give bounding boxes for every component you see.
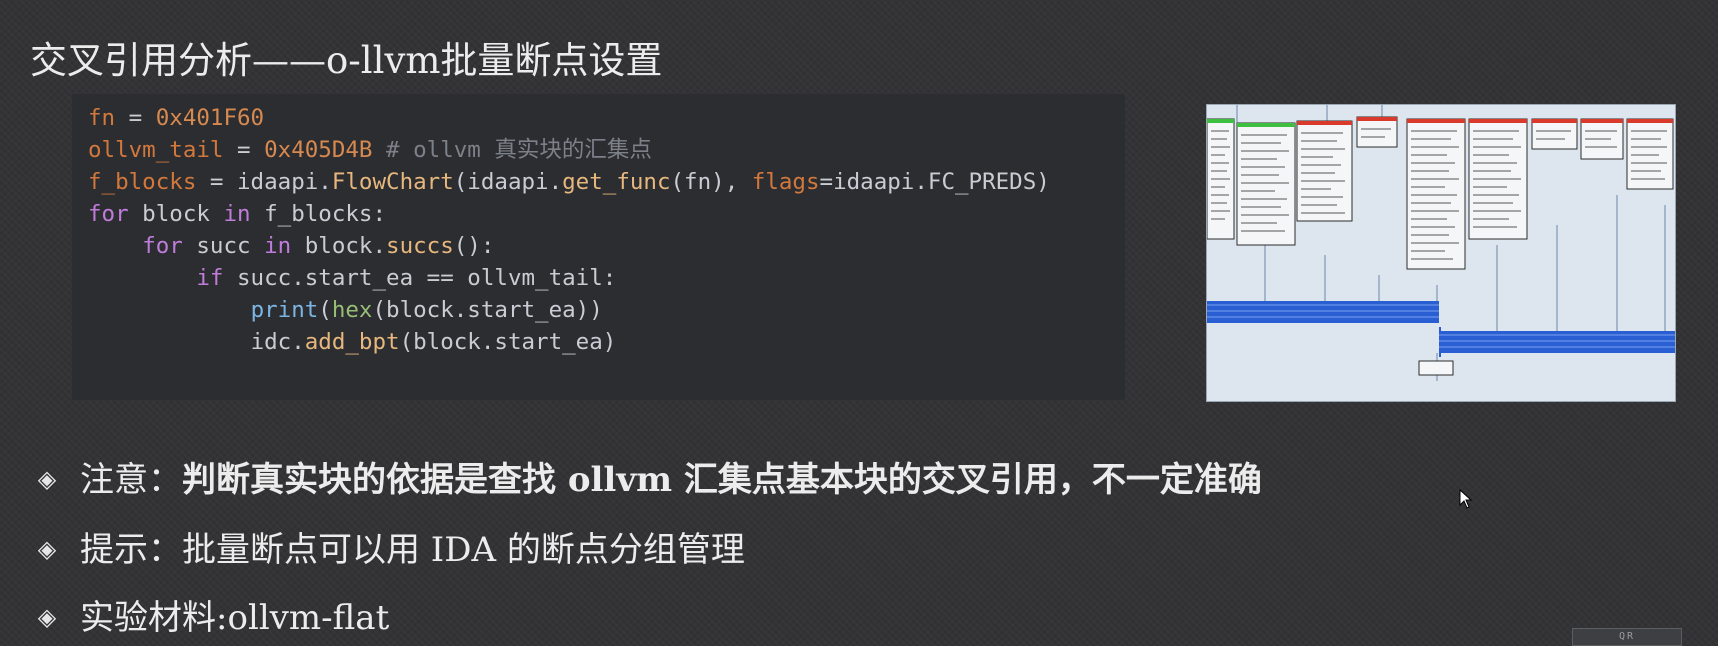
code-token: hex <box>331 297 373 323</box>
code-token: block. <box>291 233 387 259</box>
bullet-label: 注意： <box>80 460 182 500</box>
code-token: 0x401F60 <box>155 105 265 131</box>
bullet-text: 判断真实块的依据是查找 ollvm 汇集点基本块的交叉引用，不一定准确 <box>182 460 1262 500</box>
code-token: f_blocks: <box>250 201 387 227</box>
code-token: get_func <box>562 169 671 195</box>
code-keyword: in <box>264 233 292 259</box>
code-token: ollvm_tail <box>88 137 224 163</box>
code-token: ollvm_tail: <box>453 265 617 291</box>
code-token: idaapi. <box>237 169 332 195</box>
code-token: (fn), <box>670 169 752 195</box>
code-line-3: f_blocks = idaapi.FlowChart(idaapi.get_f… <box>88 166 1050 198</box>
watermark-logo: QR <box>1572 628 1682 646</box>
code-token: succ.start_ea <box>223 265 427 291</box>
bullet-note: ◈ 注意：判断真实块的依据是查找 ollvm 汇集点基本块的交叉引用，不一定准确 <box>36 452 1262 501</box>
code-token: = <box>196 169 238 195</box>
diamond-bullet-icon: ◈ <box>37 603 57 631</box>
code-line-1: fn = 0x401F60 <box>88 102 264 134</box>
slide-title: 交叉引用分析——o-llvm批量断点设置 <box>30 39 663 82</box>
code-token: add_bpt <box>304 329 400 355</box>
code-token: FlowChart <box>331 169 454 195</box>
code-token: = <box>115 105 156 131</box>
code-token: fn <box>88 105 116 131</box>
flowgraph-image <box>1207 105 1675 401</box>
code-token: idc. <box>250 329 305 355</box>
code-token: (idaapi. <box>453 169 563 195</box>
code-token: (): <box>453 233 495 259</box>
code-token: print <box>250 297 319 323</box>
code-keyword: for <box>88 201 129 227</box>
code-token: == <box>426 265 454 291</box>
code-token: = <box>223 137 265 163</box>
code-line-5: for succ in block.succs(): <box>88 230 494 262</box>
diamond-bullet-icon: ◈ <box>37 535 57 563</box>
bullet-text: ollvm-flat <box>227 598 390 638</box>
code-token: =idaapi.FC_PREDS) <box>819 169 1050 195</box>
code-comment: # ollvm 真实块的汇集点 <box>372 137 652 163</box>
bullet-label: 提示： <box>80 530 182 570</box>
bullet-tip: ◈ 提示：批量断点可以用 IDA 的断点分组管理 <box>36 522 745 571</box>
bullet-text: 批量断点可以用 IDA 的断点分组管理 <box>182 530 745 570</box>
code-line-8: idc.add_bpt(block.start_ea) <box>88 326 617 358</box>
code-token: f_blocks <box>88 169 197 195</box>
bullet-material: ◈ 实验材料:ollvm-flat <box>36 590 389 639</box>
code-line-7: print(hex(block.start_ea)) <box>88 294 603 326</box>
bullet-label: 实验材料: <box>80 598 228 638</box>
code-token: (block.start_ea)) <box>372 297 603 323</box>
code-token: block <box>128 201 224 227</box>
code-line-4: for block in f_blocks: <box>88 198 386 230</box>
code-block: fn = 0x401F60 ollvm_tail = 0x405D4B # ol… <box>72 94 1125 400</box>
code-token: succ <box>182 233 265 259</box>
code-line-2: ollvm_tail = 0x405D4B # ollvm 真实块的汇集点 <box>88 134 652 166</box>
mouse-cursor-icon <box>1459 488 1473 513</box>
code-token: 0x405D4B <box>264 137 373 163</box>
code-keyword: for <box>142 233 183 259</box>
watermark-text: QR <box>1618 631 1636 642</box>
diamond-bullet-icon: ◈ <box>37 465 57 493</box>
code-token: flags <box>751 169 820 195</box>
code-token: (block.start_ea) <box>399 329 617 355</box>
ida-flowgraph-screenshot <box>1206 104 1676 402</box>
code-keyword: if <box>196 265 224 291</box>
code-token: ( <box>318 297 332 323</box>
code-token: succs <box>386 233 454 259</box>
code-keyword: in <box>223 201 251 227</box>
code-line-6: if succ.start_ea == ollvm_tail: <box>88 262 616 294</box>
